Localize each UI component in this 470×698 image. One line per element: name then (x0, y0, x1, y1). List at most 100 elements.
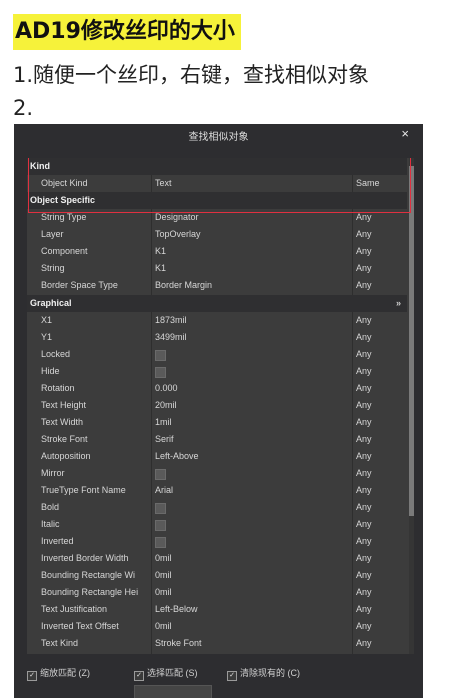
property-value: 20mil (155, 400, 177, 410)
zoom-match-option[interactable]: ✓ 缩放匹配 (Z) (27, 666, 90, 681)
property-row[interactable]: X1 1873mil Any (27, 312, 407, 329)
property-row[interactable]: Text Kind Stroke Font Any (27, 635, 407, 652)
property-row[interactable]: Layer TopOverlay Any (27, 226, 407, 243)
zoom-match-label: 缩放匹配 (Z) (40, 668, 90, 678)
property-row[interactable]: Italic Any (27, 516, 407, 533)
property-match[interactable]: Any (353, 243, 409, 260)
property-value: Border Margin (155, 280, 213, 290)
property-name: X1 (41, 315, 53, 325)
property-match[interactable]: Any (353, 499, 409, 516)
property-name: Autoposition (41, 451, 91, 461)
property-match[interactable]: Any (353, 346, 409, 363)
property-name: Bounding Rectangle Hei (41, 587, 139, 597)
property-match[interactable]: Any (353, 533, 409, 550)
checkbox-checked-icon[interactable]: ✓ (227, 671, 237, 681)
property-match[interactable]: Any (353, 618, 409, 635)
property-row[interactable]: Hide Any (27, 363, 407, 380)
property-match[interactable]: Any (353, 601, 409, 618)
property-name: Text Kind (41, 638, 79, 648)
property-match[interactable]: Any (353, 380, 409, 397)
property-match[interactable]: Any (353, 550, 409, 567)
property-row[interactable]: Text Width 1mil Any (27, 414, 407, 431)
close-icon[interactable]: × (401, 126, 409, 141)
property-row[interactable]: Locked Any (27, 346, 407, 363)
property-match[interactable]: Any (353, 363, 409, 380)
property-name: Stroke Font (41, 434, 88, 444)
property-match[interactable]: Any (353, 448, 409, 465)
property-row[interactable]: Text Height 20mil Any (27, 397, 407, 414)
double-chevron-down-icon[interactable]: » (396, 295, 401, 312)
property-name: Inverted (41, 536, 74, 546)
property-match[interactable]: Any (353, 414, 409, 431)
property-value: 0mil (155, 570, 172, 580)
checkbox[interactable] (155, 350, 166, 361)
property-row[interactable]: Bounding Rectangle Hei 0mil Any (27, 584, 407, 601)
article-heading: AD19修改丝印的大小 (13, 14, 241, 50)
property-value: Stroke Font (155, 638, 202, 648)
property-name: Layer (41, 229, 64, 239)
property-match[interactable]: Any (353, 431, 409, 448)
clear-existing-option[interactable]: ✓ 清除现有的 (C) (227, 666, 300, 681)
property-name: String (41, 263, 65, 273)
property-match[interactable]: Any (353, 635, 409, 652)
select-match-label: 选择匹配 (S) (147, 668, 198, 678)
checkbox-checked-icon[interactable]: ✓ (27, 671, 37, 681)
property-row[interactable]: Bounding Rectangle Wi 0mil Any (27, 567, 407, 584)
property-row[interactable]: Inverted Border Width 0mil Any (27, 550, 407, 567)
find-similar-dialog: 查找相似对象 × Kind Object Kind Text Same Obje… (14, 124, 423, 698)
property-value: Left-Below (155, 604, 198, 614)
property-value (152, 363, 352, 380)
property-match[interactable]: Any (353, 397, 409, 414)
partial-field[interactable] (134, 685, 212, 698)
dialog-title: 查找相似对象 (188, 132, 249, 143)
checkbox[interactable] (155, 367, 166, 378)
property-row[interactable]: String K1 Any (27, 260, 407, 277)
highlight-box (28, 158, 411, 213)
checkbox[interactable] (155, 520, 166, 531)
checkbox-checked-icon[interactable]: ✓ (134, 671, 144, 681)
property-row[interactable]: Y1 3499mil Any (27, 329, 407, 346)
vertical-scrollbar[interactable] (409, 158, 414, 654)
step-1-text: 1.随便一个丝印，右键，查找相似对象 (13, 63, 370, 87)
select-match-option[interactable]: ✓ 选择匹配 (S) (134, 666, 198, 681)
property-row[interactable]: Rotation 0.000 Any (27, 380, 407, 397)
property-row[interactable]: Text Justification Left-Below Any (27, 601, 407, 618)
property-value (152, 533, 352, 550)
property-row[interactable]: Component K1 Any (27, 243, 407, 260)
property-value: Left-Above (155, 451, 199, 461)
property-row[interactable]: Bold Any (27, 499, 407, 516)
property-match[interactable]: Any (353, 277, 409, 294)
category-graphical-label: Graphical (30, 298, 72, 308)
property-match[interactable]: Any (353, 465, 409, 482)
property-match[interactable]: Any (353, 260, 409, 277)
property-match[interactable]: Any (353, 567, 409, 584)
property-name: Text Height (41, 400, 87, 410)
property-row[interactable]: Autoposition Left-Above Any (27, 448, 407, 465)
property-match[interactable]: Any (353, 329, 409, 346)
property-row[interactable]: Inverted Text Offset 0mil Any (27, 618, 407, 635)
property-row[interactable]: Mirror Any (27, 465, 407, 482)
property-row[interactable]: Inverted Any (27, 533, 407, 550)
property-name: Locked (41, 349, 71, 359)
property-match[interactable]: Any (353, 516, 409, 533)
property-row[interactable]: TrueType Font Name Arial Any (27, 482, 407, 499)
property-match[interactable]: Any (353, 226, 409, 243)
property-name: Inverted Border Width (41, 553, 129, 563)
category-graphical[interactable]: Graphical » (27, 295, 407, 312)
property-value (152, 499, 352, 516)
property-value: K1 (155, 263, 167, 273)
clear-existing-label: 清除现有的 (C) (240, 668, 300, 678)
property-name: Rotation (41, 383, 75, 393)
scrollbar-thumb[interactable] (409, 166, 414, 516)
property-name: Inverted Text Offset (41, 621, 119, 631)
property-match[interactable]: Any (353, 482, 409, 499)
checkbox[interactable] (155, 503, 166, 514)
dialog-titlebar[interactable]: 查找相似对象 × (14, 124, 423, 148)
checkbox[interactable] (155, 469, 166, 480)
property-match[interactable]: Any (353, 584, 409, 601)
property-row[interactable]: Stroke Font Serif Any (27, 431, 407, 448)
property-value: Arial (155, 485, 174, 495)
property-row[interactable]: Border Space Type Border Margin Any (27, 277, 407, 294)
property-match[interactable]: Any (353, 312, 409, 329)
checkbox[interactable] (155, 537, 166, 548)
